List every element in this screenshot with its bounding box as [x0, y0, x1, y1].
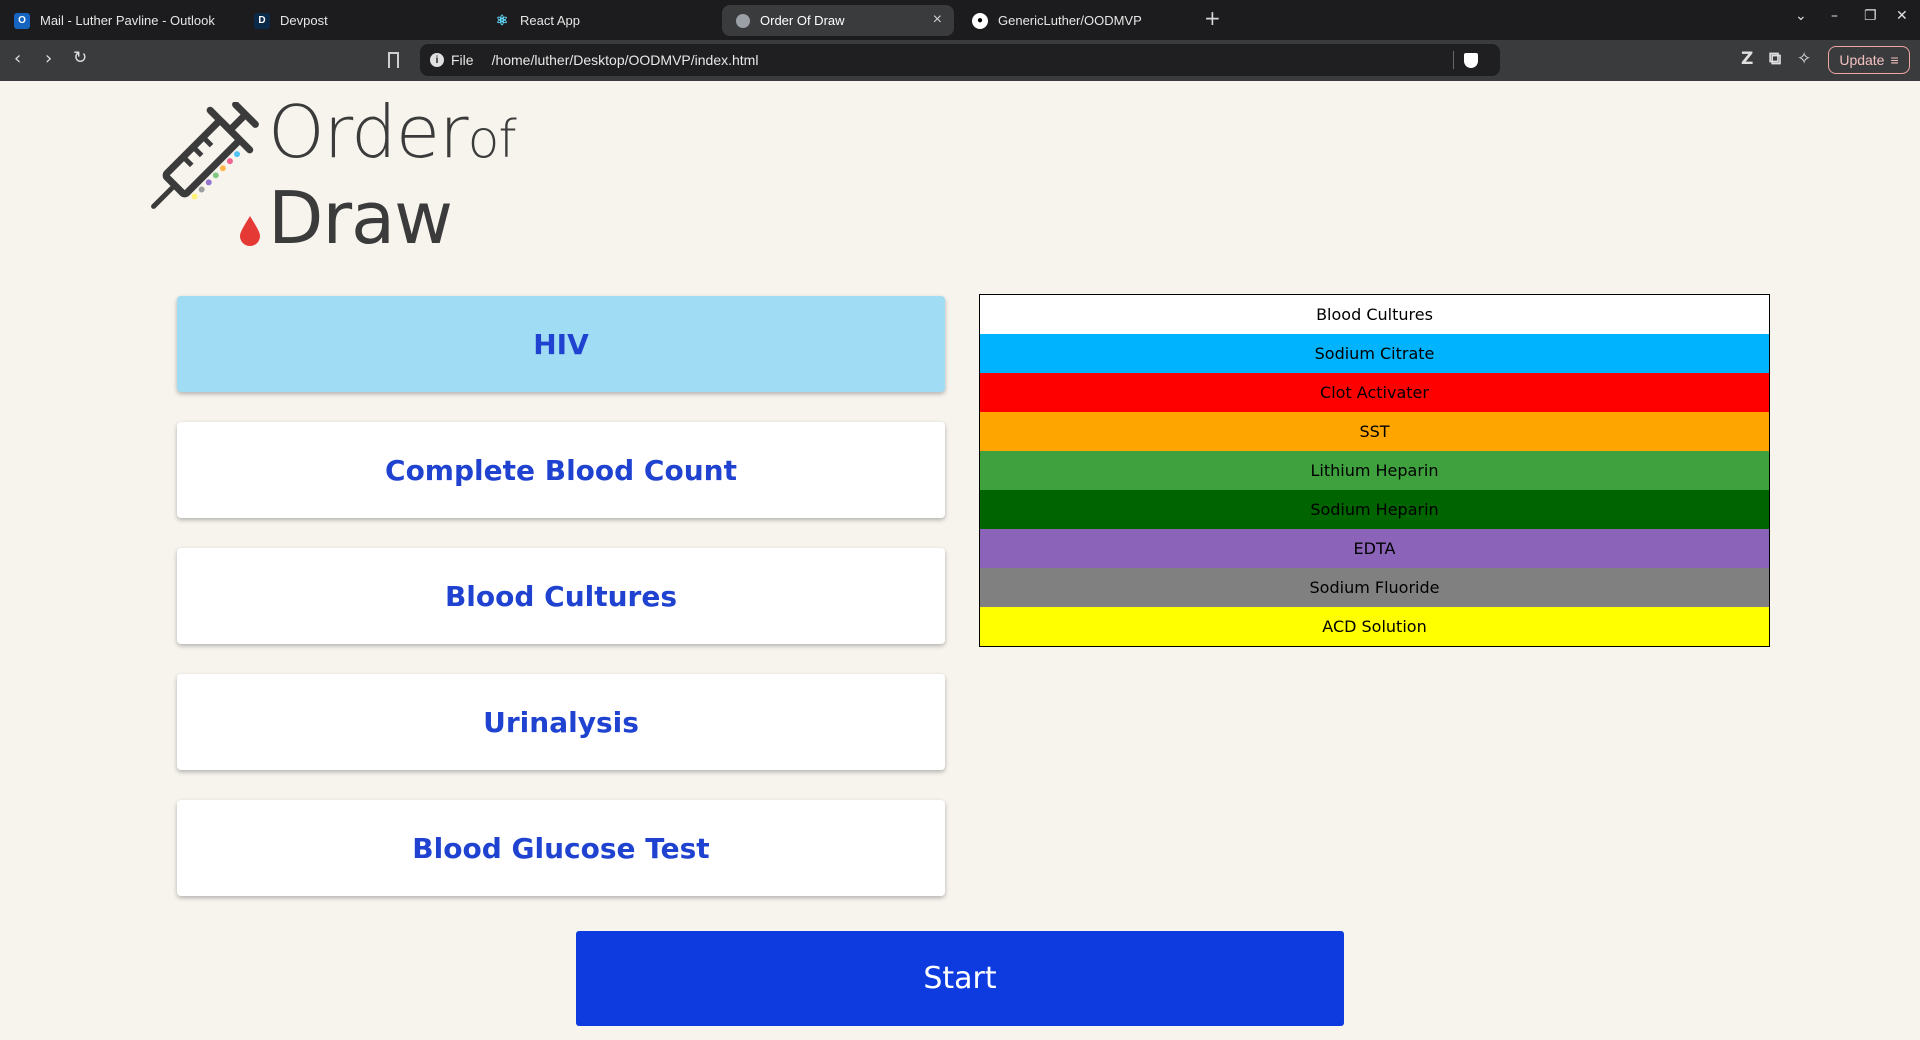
test-card-label: Urinalysis	[483, 705, 639, 739]
tube-row-edta: EDTA	[980, 529, 1769, 568]
tube-row-acd-solution: ACD Solution	[980, 607, 1769, 646]
new-tab-button[interactable]: +	[1204, 6, 1221, 30]
divider	[1453, 51, 1454, 69]
reload-icon[interactable]: ↻	[73, 48, 87, 68]
close-window-icon[interactable]: ✕	[1896, 8, 1908, 24]
browser-toolbar: ‹ › ↻ i File /home/luther/Desktop/OODMVP…	[0, 40, 1920, 81]
bookmark-icon[interactable]	[388, 52, 399, 68]
logo-word-of: of	[467, 110, 517, 170]
tube-row-clot-activater: Clot Activater	[980, 373, 1769, 412]
start-button[interactable]: Start	[576, 931, 1344, 1026]
react-icon: ⚛	[495, 12, 509, 28]
tab-title: GenericLuther/OODMVP	[998, 13, 1142, 28]
test-card-urinalysis[interactable]: Urinalysis	[177, 674, 945, 770]
forward-icon[interactable]: ›	[45, 48, 52, 69]
extensions-puzzle-icon[interactable]: ⧉	[1769, 49, 1781, 69]
tab-list-chevron-icon[interactable]: ⌄	[1795, 8, 1807, 24]
test-card-complete-blood-count[interactable]: Complete Blood Count	[177, 422, 945, 518]
back-icon[interactable]: ‹	[14, 48, 21, 69]
url-scheme: File	[451, 52, 474, 68]
test-card-label: Complete Blood Count	[385, 453, 737, 487]
outlook-icon: O	[14, 12, 30, 29]
logo-title-line1: Orderof	[268, 90, 517, 182]
tube-row-sodium-fluoride: Sodium Fluoride	[980, 568, 1769, 607]
test-card-blood-glucose-test[interactable]: Blood Glucose Test	[177, 800, 945, 896]
tab-title: Mail - Luther Pavline - Outlook	[40, 13, 215, 28]
brave-shield-icon[interactable]	[1464, 53, 1478, 68]
close-tab-icon[interactable]: ×	[933, 11, 942, 29]
browser-tab-bar: O Mail - Luther Pavline - Outlook D Devp…	[0, 0, 1920, 40]
update-button[interactable]: Update ≡	[1828, 46, 1910, 74]
update-label: Update	[1839, 52, 1885, 68]
logo-word-draw: Draw	[268, 176, 453, 260]
leo-ai-icon[interactable]: ✧	[1797, 49, 1811, 69]
globe-icon	[736, 13, 750, 28]
start-button-label: Start	[923, 961, 997, 996]
test-card-label: Blood Glucose Test	[412, 831, 710, 865]
tab-title: React App	[520, 13, 580, 28]
info-icon[interactable]: i	[430, 53, 444, 67]
tab-order-of-draw[interactable]: Order Of Draw ×	[722, 5, 954, 36]
tube-order-table: Blood Cultures Sodium Citrate Clot Activ…	[979, 294, 1770, 647]
logo-word-order: Order	[268, 90, 469, 174]
tab-react-app[interactable]: ⚛ React App	[480, 5, 720, 36]
zotero-extension-icon[interactable]: Z	[1741, 49, 1753, 69]
tube-row-sst: SST	[980, 412, 1769, 451]
tab-outlook[interactable]: O Mail - Luther Pavline - Outlook	[0, 5, 240, 36]
tab-github[interactable]: ● GenericLuther/OODMVP	[958, 5, 1198, 36]
tube-row-blood-cultures: Blood Cultures	[980, 295, 1769, 334]
github-icon: ●	[972, 12, 988, 29]
test-card-hiv[interactable]: HIV	[177, 296, 945, 392]
test-card-label: Blood Cultures	[444, 579, 678, 613]
test-card-label: HIV	[533, 327, 589, 361]
syringe-logo-icon	[151, 102, 260, 246]
address-bar[interactable]: i File /home/luther/Desktop/OODMVP/index…	[420, 44, 1500, 76]
test-card-blood-cultures[interactable]: Blood Cultures	[177, 548, 945, 644]
menu-icon: ≡	[1890, 52, 1899, 68]
tab-devpost[interactable]: D Devpost	[240, 5, 480, 36]
tube-row-lithium-heparin: Lithium Heparin	[980, 451, 1769, 490]
tab-title: Devpost	[280, 13, 328, 28]
tab-title: Order Of Draw	[760, 13, 845, 28]
devpost-icon: D	[254, 12, 270, 29]
tube-row-sodium-heparin: Sodium Heparin	[980, 490, 1769, 529]
restore-icon[interactable]: ❐	[1864, 8, 1877, 24]
url-path: /home/luther/Desktop/OODMVP/index.html	[491, 52, 759, 68]
minimize-icon[interactable]: –	[1831, 8, 1838, 24]
tube-row-sodium-citrate: Sodium Citrate	[980, 334, 1769, 373]
